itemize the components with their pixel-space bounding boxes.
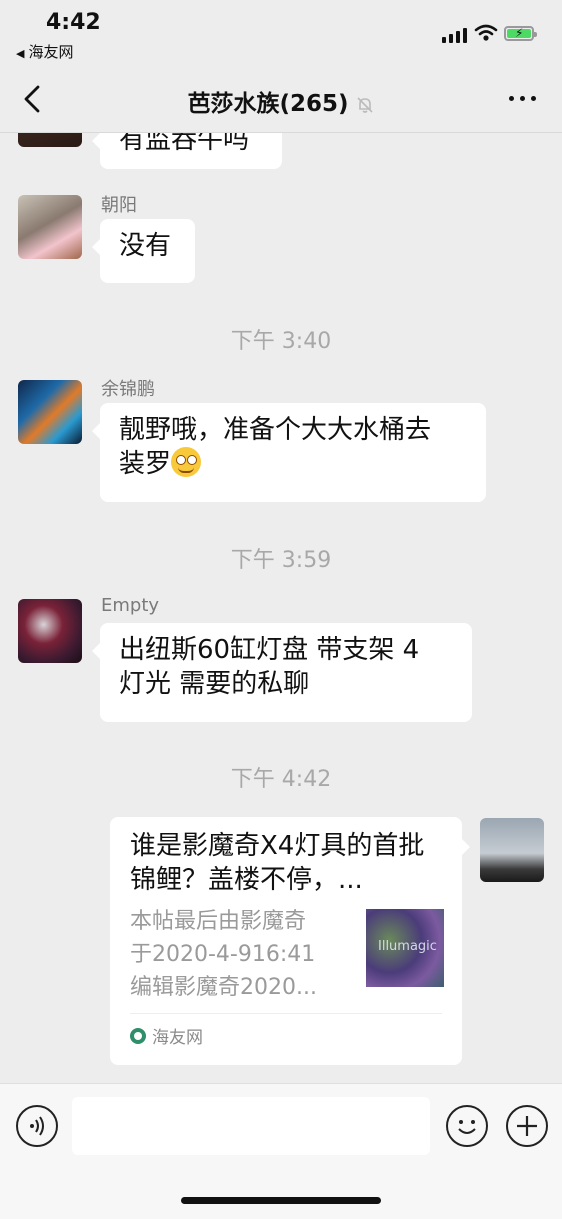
timestamp: 下午 3:40	[230, 329, 332, 354]
link-card[interactable]: 谁是影魔奇X4灯具的首批锦鲤？盖楼不停，... 本帖最后由影魔奇 于2020-4…	[110, 817, 470, 1065]
message-text: 没有	[119, 231, 172, 261]
chat-title: 芭莎水族(265)	[0, 84, 562, 118]
plus-icon	[517, 1116, 537, 1136]
emoji-button[interactable]	[446, 1105, 488, 1147]
voice-icon	[30, 1116, 44, 1136]
message-text-line: 装罗	[119, 447, 467, 481]
mute-bell-icon	[356, 96, 373, 113]
chat-title-text: 芭莎水族(265)	[187, 91, 349, 117]
avatar[interactable]	[18, 195, 82, 259]
divider	[130, 1013, 442, 1014]
source-label: 海友网	[152, 1028, 203, 1048]
sender-name: 朝阳	[101, 195, 137, 216]
message-bubble[interactable]: 有监吞牛吗	[92, 133, 282, 169]
cellular-signal-icon	[442, 27, 467, 43]
link-card-description: 本帖最后由影魔奇 于2020-4-916:41 编辑影魔奇2020...	[130, 905, 350, 1004]
source-app-icon	[130, 1027, 146, 1044]
my-avatar[interactable]	[480, 818, 544, 882]
home-indicator[interactable]	[181, 1197, 381, 1204]
back-to-app-link[interactable]: ◀ 海友网	[16, 41, 73, 62]
message-bubble[interactable]: 出纽斯60缸灯盘 带支架 4 灯光 需要的私聊	[92, 623, 472, 722]
status-bar: 4:42 ◀ 海友网 ⚡	[0, 0, 562, 66]
message-text-line: 灯光 需要的私聊	[119, 669, 310, 699]
thumbnail-watermark: Illumagic	[378, 939, 437, 954]
message-text-line: 出纽斯60缸灯盘 带支架 4	[119, 635, 420, 665]
avatar[interactable]	[18, 133, 82, 147]
message-bubble[interactable]: 没有	[92, 219, 195, 283]
link-card-thumbnail: Illumagic	[366, 909, 444, 987]
avatar[interactable]	[18, 380, 82, 444]
link-card-source: 海友网	[130, 1023, 203, 1048]
more-dots-icon[interactable]	[509, 96, 536, 101]
timestamp: 下午 3:59	[230, 548, 332, 573]
emoji-icon	[458, 1120, 476, 1134]
link-card-desc-line: 于2020-4-916:41	[130, 942, 316, 967]
timestamp: 下午 4:42	[230, 767, 332, 792]
more-plus-button[interactable]	[506, 1105, 548, 1147]
message-text-line: 靓野哦，准备个大大水桶去	[119, 415, 432, 445]
message-bubble[interactable]: 靓野哦，准备个大大水桶去 装罗	[92, 403, 486, 502]
message-text: 有监吞牛吗	[119, 133, 250, 155]
link-card-desc-line: 本帖最后由影魔奇	[130, 909, 307, 934]
message-list[interactable]: 有监吞牛吗 朝阳 没有 下午 3:40 余锦鹏 靓野哦，准备个大大水桶去 装罗 …	[0, 133, 562, 1083]
back-triangle-icon: ◀	[16, 47, 25, 60]
back-app-label: 海友网	[28, 43, 74, 61]
grinning-face-emoji-icon	[171, 447, 202, 477]
status-time: 4:42	[46, 10, 101, 35]
sender-name: Empty	[101, 595, 160, 616]
battery-icon: ⚡	[504, 26, 537, 41]
message-text: 装罗	[119, 449, 172, 479]
link-card-desc-line: 编辑影魔奇2020...	[130, 975, 317, 1000]
sender-name: 余锦鹏	[101, 379, 155, 400]
chat-header: 芭莎水族(265)	[0, 66, 562, 133]
voice-button[interactable]	[16, 1105, 58, 1147]
wifi-icon	[474, 24, 498, 41]
avatar[interactable]	[18, 599, 82, 663]
message-input[interactable]	[72, 1097, 430, 1155]
link-card-title: 谁是影魔奇X4灯具的首批锦鲤？盖楼不停，...	[130, 831, 425, 895]
